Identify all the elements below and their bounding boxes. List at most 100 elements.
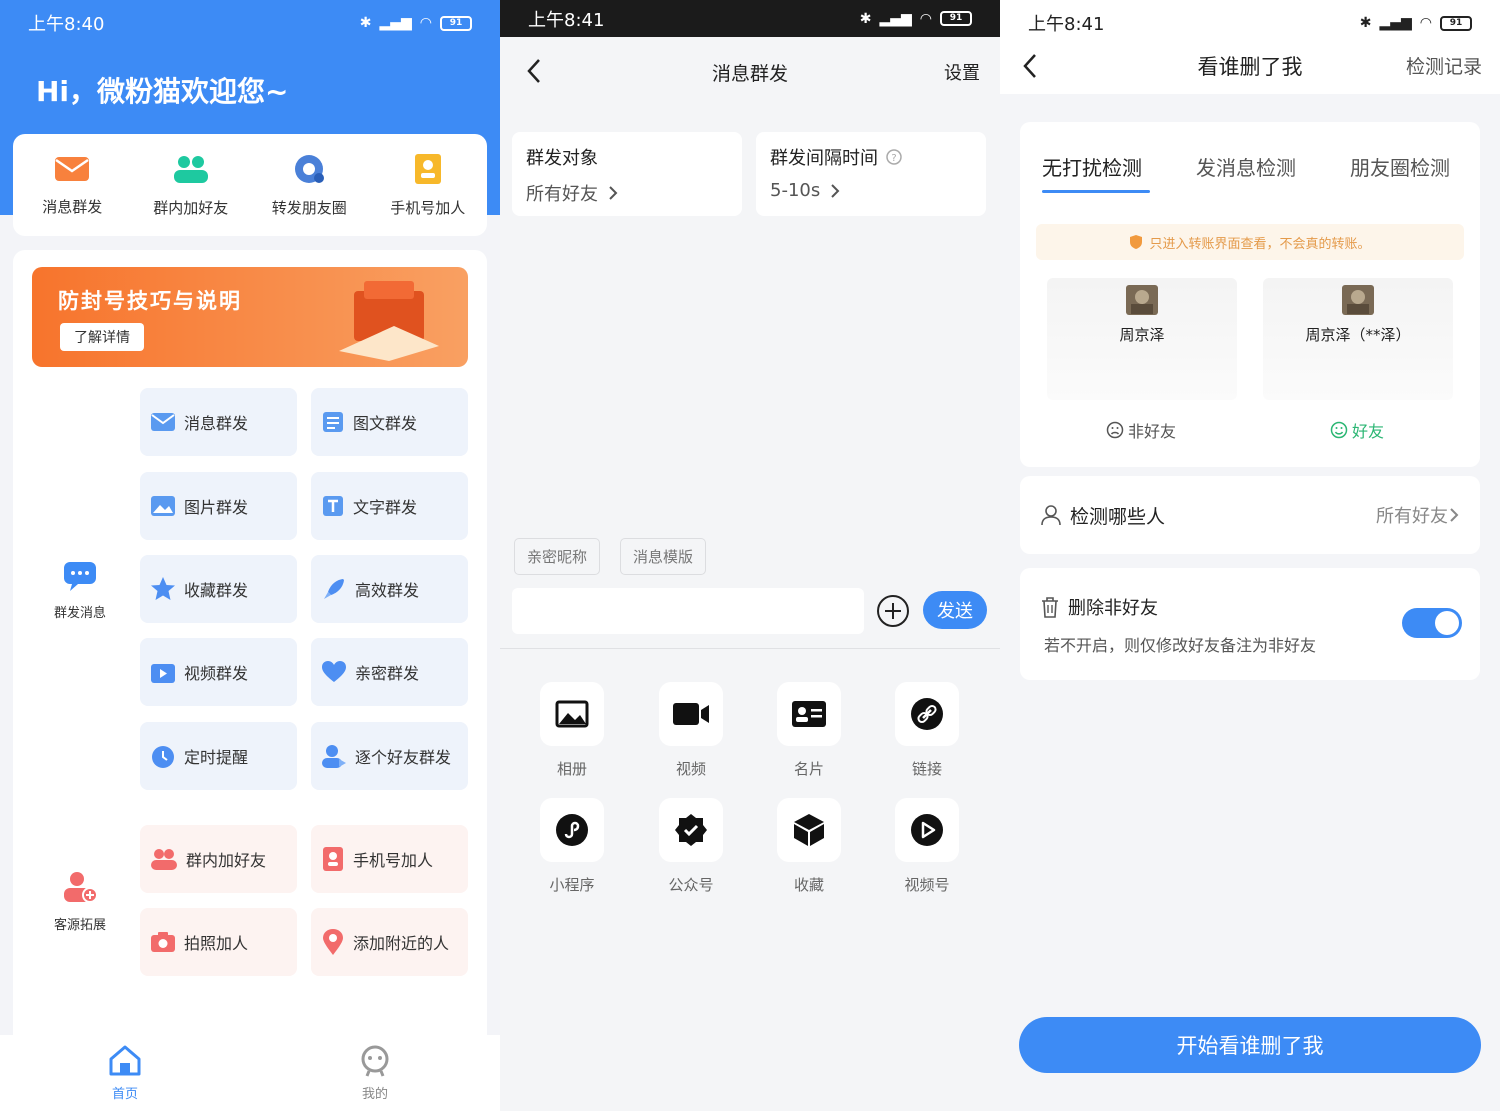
delete-non-friend-toggle[interactable] [1402,608,1462,638]
settings-button[interactable]: 设置 [944,59,980,85]
cube-icon [794,814,824,846]
grid-item-group-add[interactable]: 群内加好友 [140,825,297,893]
grid-item-article-mass[interactable]: 图文群发 [311,388,468,456]
chat-bubble-icon [62,560,98,592]
quick-action-moments-share[interactable]: 转发朋友圈 [254,153,364,218]
add-attachment-button[interactable] [876,594,910,632]
shield-icon [1130,235,1143,249]
quick-actions-card: 消息群发 群内加好友 转发朋友圈 手机号加人 [13,134,487,236]
interval-selector[interactable]: 群发间隔时间 ? 5-10s [756,132,986,216]
chevron-right-icon [609,186,618,200]
banner-details-button[interactable]: 了解详情 [60,323,144,351]
phonebook-icon [412,153,444,185]
grid-item-image-mass[interactable]: 图片群发 [140,472,297,540]
grid-item-nearby-add[interactable]: 添加附近的人 [311,908,468,976]
chip-intimate-nickname[interactable]: 亲密昵称 [514,538,601,575]
tool-channels[interactable]: 视频号 [882,798,972,895]
tool-album[interactable]: 相册 [527,682,617,779]
bluetooth-icon: ✱ [1359,15,1372,31]
battery-icon: 91 [940,11,972,26]
tool-favorites[interactable]: 收藏 [764,798,854,895]
tab-moments-detect[interactable]: 朋友圈检测 [1350,152,1450,181]
grid-item-intimate-mass[interactable]: 亲密群发 [311,638,468,706]
toggle-knob [1435,611,1459,635]
status-bar: 上午8:41 ✱ ▂▄▆ ◠ 91 [500,0,1000,37]
start-detection-button[interactable]: 开始看谁删了我 [1019,1017,1481,1073]
quick-action-group-add[interactable]: 群内加好友 [136,153,246,218]
grid-item-phone-add[interactable]: 手机号加人 [311,825,468,893]
anti-ban-banner[interactable]: 防封号技巧与说明 了解详情 [32,267,468,367]
divider [500,648,1000,649]
grid-item-video-mass[interactable]: 视频群发 [140,638,297,706]
tool-mini-program[interactable]: 小程序 [527,798,617,895]
wifi-icon: ◠ [919,10,932,27]
avatar [1125,284,1159,320]
grid-item-efficient-mass[interactable]: 高效群发 [311,555,468,623]
video-icon [150,660,176,684]
who-deleted-me-screen: 上午8:41 ✱ ▂▄▆ ◠ 91 看谁删了我 检测记录 无打扰检测 发消息检测… [1000,0,1500,1111]
friend-card-1: 周京泽 [1047,278,1237,400]
camera-icon [150,931,176,953]
page-title: 消息群发 [711,62,788,85]
target-value: 所有好友 [526,184,598,205]
add-user-icon [62,870,98,904]
tool-card[interactable]: 名片 [764,682,854,779]
tab-home[interactable]: 首页 [0,1035,250,1111]
detection-card: 无打扰检测 发消息检测 朋友圈检测 只进入转账界面查看，不会真的转账。 周京泽 … [1020,122,1480,467]
send-button[interactable]: 发送 [923,591,987,629]
official-account-icon [675,814,707,846]
grid-item-one-by-one-mass[interactable]: 逐个好友群发 [311,722,468,790]
heart-icon [321,660,347,684]
detection-record-button[interactable]: 检测记录 [1406,52,1482,79]
wifi-icon: ◠ [419,15,432,31]
grid-item-favorites-mass[interactable]: 收藏群发 [140,555,297,623]
detect-target-selector[interactable]: 检测哪些人 所有好友 [1020,476,1480,554]
star-icon [150,576,176,602]
message-input[interactable] [512,588,864,634]
signal-icon: ▂▄▆ [879,10,912,27]
tab-mine[interactable]: 我的 [250,1035,500,1111]
plus-circle-icon [877,595,909,627]
mini-program-icon [556,814,588,846]
svg-text:?: ? [891,153,896,164]
back-button[interactable] [1020,52,1040,84]
tool-official-account[interactable]: 公众号 [646,798,736,895]
bluetooth-icon: ✱ [359,15,372,31]
delete-non-friend-title: 删除非好友 [1068,598,1158,619]
quick-action-phone-add[interactable]: 手机号加人 [373,153,483,218]
play-icon [911,814,943,846]
signal-icon: ▂▄▆ [379,15,412,31]
grid-item-photo-add[interactable]: 拍照加人 [140,908,297,976]
chip-message-template[interactable]: 消息模版 [620,538,707,575]
chevron-left-icon [527,59,540,83]
user-outline-icon [1041,505,1061,526]
envelope-icon [150,412,176,432]
grid-item-text-mass[interactable]: 文字群发 [311,472,468,540]
phonebook-icon [321,846,345,872]
tool-link[interactable]: 链接 [882,682,972,779]
target-selector[interactable]: 群发对象 所有好友 [512,132,742,216]
friend-name: 周京泽（**泽） [1305,326,1411,344]
image-icon [150,495,176,517]
bluetooth-icon: ✱ [859,10,872,27]
page-title: 看谁删了我 [1197,55,1303,79]
tip-banner: 只进入转账界面查看，不会真的转账。 [1036,224,1464,260]
detect-target-value: 所有好友 [1376,506,1448,527]
sad-face-icon [1106,421,1124,439]
grid-item-mass-message[interactable]: 消息群发 [140,388,297,456]
article-icon [321,410,345,434]
quick-action-mass-message[interactable]: 消息群发 [17,154,127,217]
grid-item-timed-reminder[interactable]: 定时提醒 [140,722,297,790]
avatar [1341,284,1375,320]
profile-face-icon [359,1045,391,1077]
tool-video[interactable]: 视频 [646,682,736,779]
tab-message-detect[interactable]: 发消息检测 [1196,152,1296,181]
back-button[interactable] [524,57,544,89]
home-icon [108,1045,142,1077]
friend-card-2: 周京泽（**泽） [1263,278,1453,400]
battery-icon: 91 [1440,15,1472,31]
link-icon [911,698,943,730]
tab-no-disturb-detect[interactable]: 无打扰检测 [1042,152,1142,181]
active-tab-indicator [1042,190,1150,193]
rocket-icon [321,576,347,602]
